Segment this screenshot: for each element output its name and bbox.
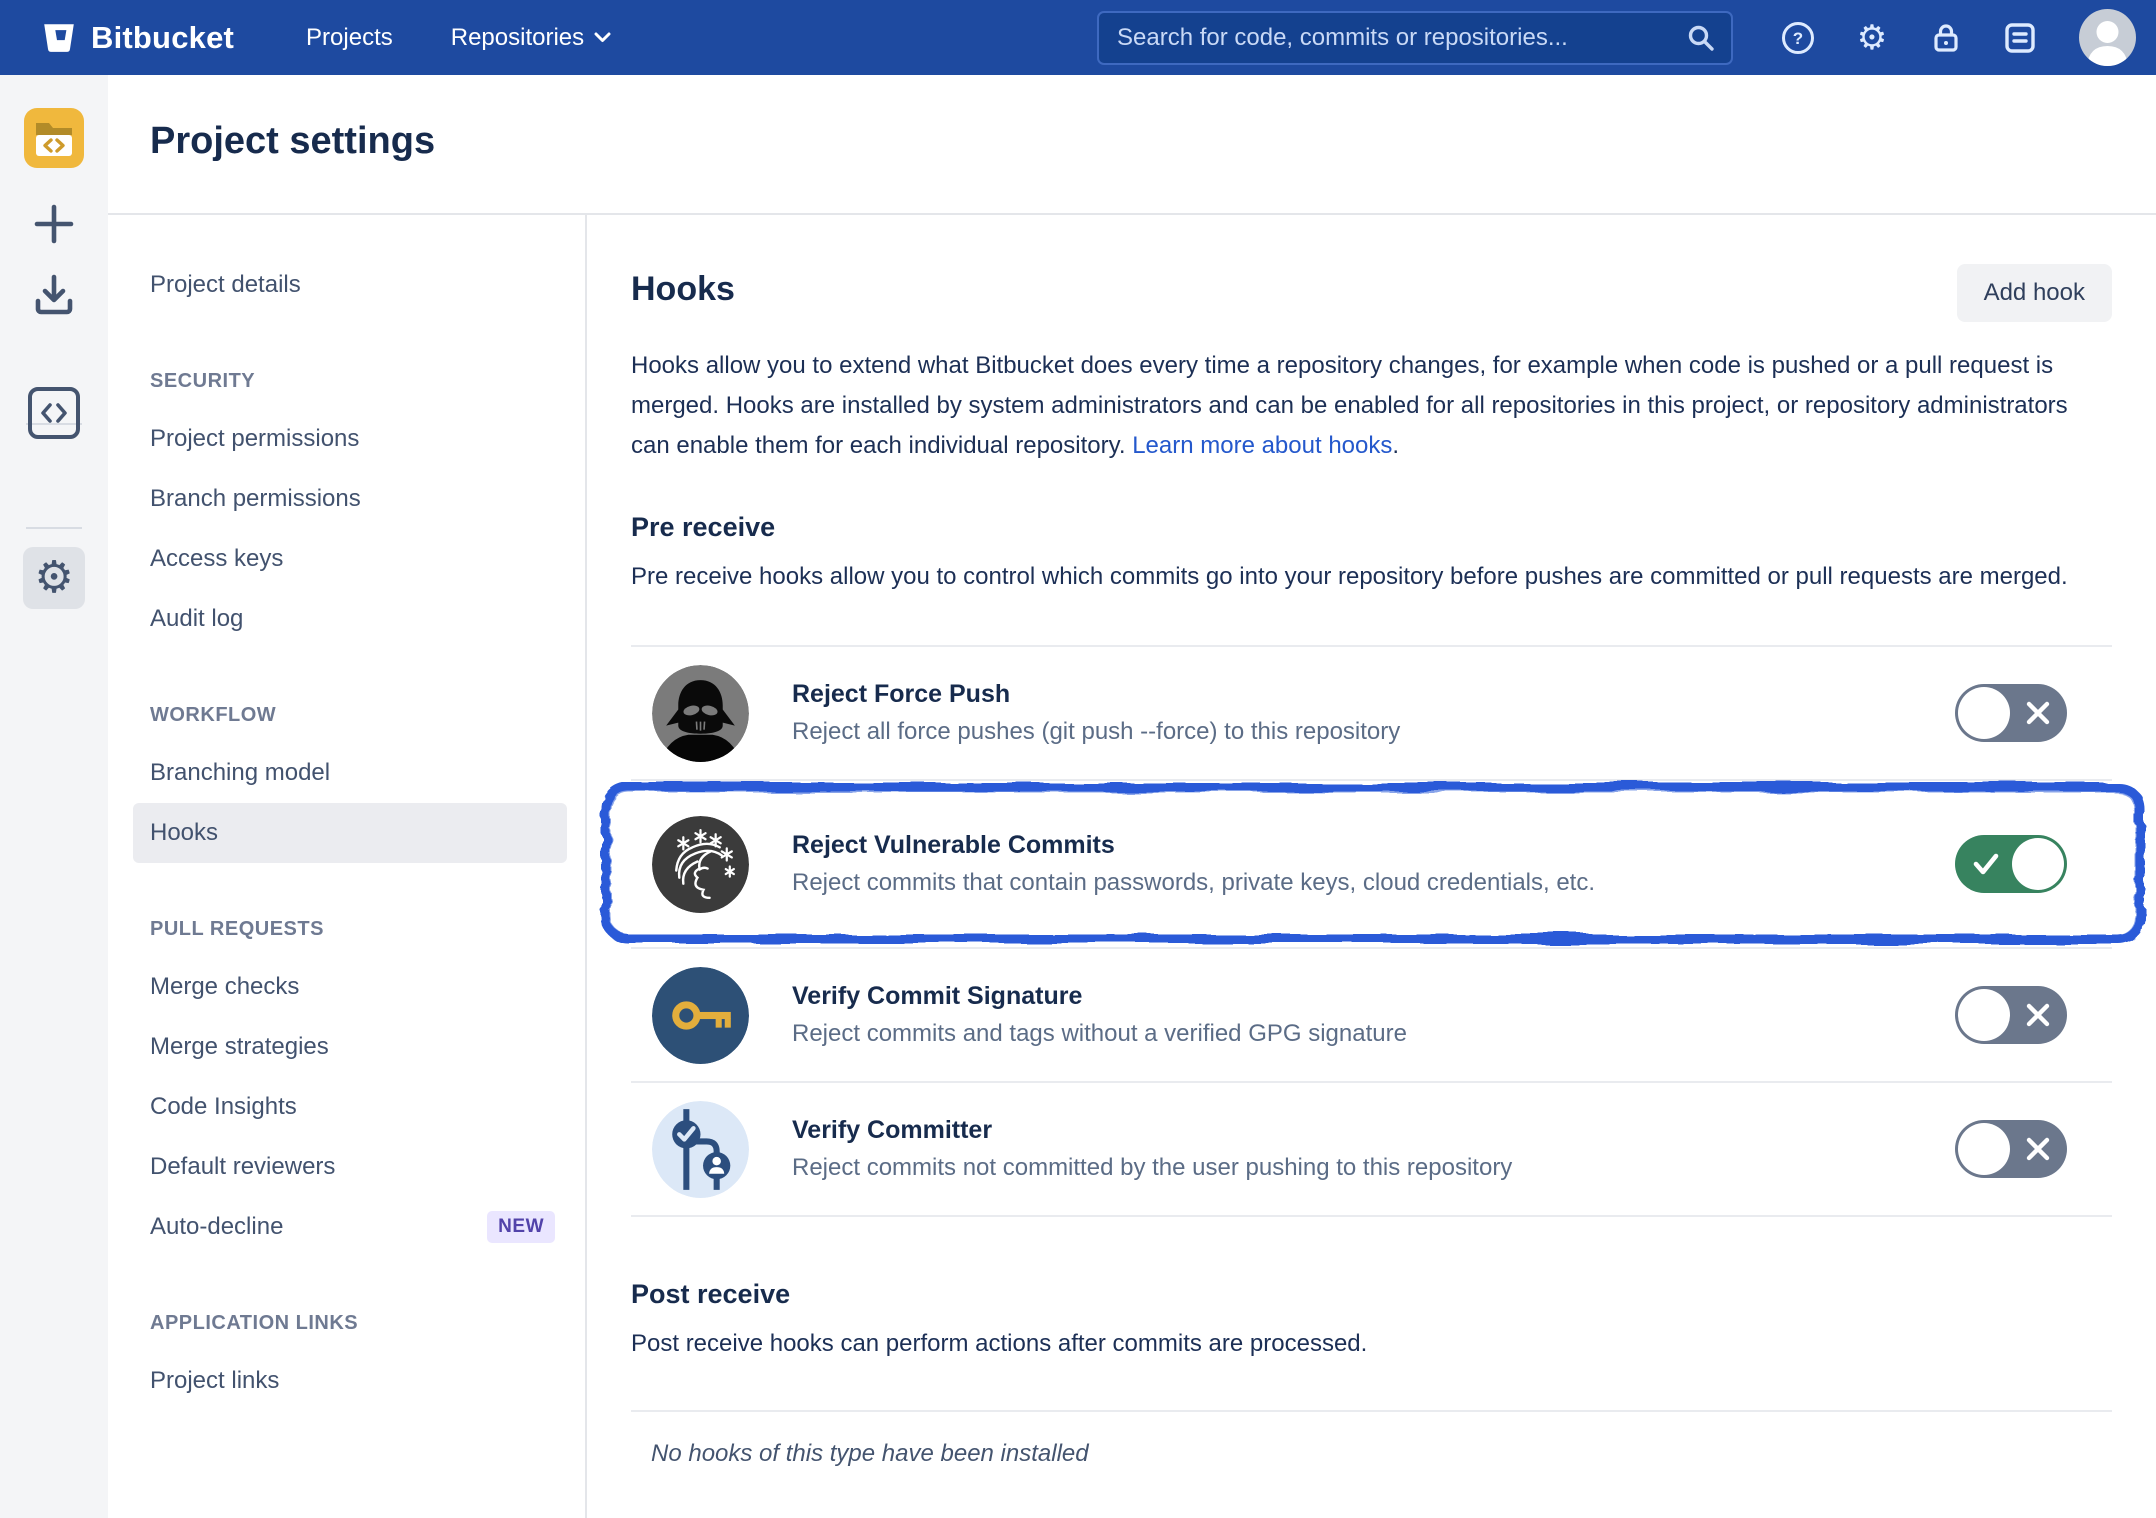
sidebar-item-code-insights[interactable]: Code Insights bbox=[108, 1077, 585, 1137]
toggle-thumb bbox=[1958, 989, 2010, 1041]
navbar-links: Projects Repositories bbox=[306, 24, 611, 52]
key-icon bbox=[652, 967, 749, 1064]
top-navbar: Bitbucket Projects Repositories ? ⚙ bbox=[0, 0, 2156, 75]
hook-toggle-off[interactable] bbox=[1955, 684, 2067, 742]
feedback-icon[interactable] bbox=[2003, 21, 2037, 55]
sidebar-item-project-permissions[interactable]: Project permissions bbox=[108, 409, 585, 469]
navbar-icons: ? ⚙ bbox=[1781, 21, 2037, 55]
nav-projects[interactable]: Projects bbox=[306, 24, 393, 52]
sidebar-header-pull-requests: PULL REQUESTS bbox=[108, 901, 585, 957]
sidebar-item-label: Auto-decline bbox=[150, 1213, 283, 1241]
help-icon[interactable]: ? bbox=[1781, 21, 1815, 55]
settings-rail-item[interactable]: ⚙ bbox=[0, 547, 108, 609]
gear-icon[interactable]: ⚙ bbox=[23, 547, 85, 609]
hook-title: Verify Commit Signature bbox=[792, 982, 1407, 1011]
toggle-thumb bbox=[2012, 838, 2064, 890]
sidebar-header-workflow: WORKFLOW bbox=[108, 687, 585, 743]
hook-row-reject-vulnerable-commits: Reject Vulnerable Commits Reject commits… bbox=[631, 781, 2112, 949]
sidebar-item-branch-permissions[interactable]: Branch permissions bbox=[108, 469, 585, 529]
learn-more-link[interactable]: Learn more about hooks bbox=[1132, 432, 1392, 459]
lock-icon[interactable] bbox=[1929, 21, 1963, 55]
brand-name: Bitbucket bbox=[91, 20, 234, 56]
sidebar-item-hooks[interactable]: Hooks bbox=[133, 803, 567, 863]
title-divider bbox=[108, 213, 2156, 215]
hook-title: Reject Force Push bbox=[792, 680, 1400, 709]
bitbucket-logo[interactable]: Bitbucket bbox=[40, 19, 234, 57]
hook-row-verify-committer: Verify Committer Reject commits not comm… bbox=[631, 1083, 2112, 1217]
darth-vader-icon bbox=[652, 665, 749, 762]
page-title: Project settings bbox=[150, 120, 435, 163]
x-icon bbox=[2025, 700, 2051, 726]
hook-text: Reject Vulnerable Commits Reject commits… bbox=[792, 831, 1595, 897]
plus-icon[interactable] bbox=[0, 203, 108, 245]
hook-description: Reject commits not committed by the user… bbox=[792, 1154, 1512, 1182]
sidebar-item-merge-strategies[interactable]: Merge strategies bbox=[108, 1017, 585, 1077]
hook-description: Reject commits that contain passwords, p… bbox=[792, 869, 1595, 897]
global-search bbox=[1097, 11, 1733, 65]
commit-graph-icon bbox=[652, 1101, 749, 1198]
sidebar-item-auto-decline[interactable]: Auto-decline NEW bbox=[108, 1197, 585, 1257]
hook-row-reject-force-push: Reject Force Push Reject all force pushe… bbox=[631, 647, 2112, 781]
hook-toggle-on[interactable] bbox=[1955, 835, 2067, 893]
post-receive-empty-message: No hooks of this type have been installe… bbox=[631, 1440, 2112, 1468]
sidebar-item-audit-log[interactable]: Audit log bbox=[108, 589, 585, 649]
hook-text: Reject Force Push Reject all force pushe… bbox=[792, 680, 1400, 746]
hook-row-verify-commit-signature: Verify Commit Signature Reject commits a… bbox=[631, 949, 2112, 1083]
sidebar-header-security: SECURITY bbox=[108, 353, 585, 409]
post-receive-description: Post receive hooks can perform actions a… bbox=[631, 1324, 2112, 1364]
bitbucket-bucket-icon bbox=[40, 19, 78, 57]
sidebar-item-branching-model[interactable]: Branching model bbox=[108, 743, 585, 803]
intro-period: . bbox=[1392, 432, 1399, 459]
toggle-thumb bbox=[1958, 1123, 2010, 1175]
x-icon bbox=[2025, 1002, 2051, 1028]
chevron-down-icon bbox=[594, 32, 611, 43]
download-icon[interactable] bbox=[0, 273, 108, 317]
project-avatar[interactable] bbox=[0, 108, 108, 168]
code-icon[interactable] bbox=[0, 387, 108, 439]
check-icon bbox=[1972, 851, 2000, 877]
medusa-icon bbox=[652, 816, 749, 913]
nav-repositories[interactable]: Repositories bbox=[451, 24, 611, 52]
user-avatar[interactable] bbox=[2079, 9, 2136, 66]
hook-description: Reject commits and tags without a verifi… bbox=[792, 1020, 1407, 1048]
gear-icon[interactable]: ⚙ bbox=[1855, 21, 1889, 55]
sidebar-item-default-reviewers[interactable]: Default reviewers bbox=[108, 1137, 585, 1197]
pre-receive-heading: Pre receive bbox=[631, 512, 2112, 543]
toggle-thumb bbox=[1958, 687, 2010, 739]
post-receive-divider bbox=[631, 1410, 2112, 1412]
hooks-heading: Hooks bbox=[631, 270, 2112, 309]
hooks-intro: Hooks allow you to extend what Bitbucket… bbox=[631, 346, 2112, 466]
hook-title: Reject Vulnerable Commits bbox=[792, 831, 1595, 860]
settings-sidenav: Project details SECURITY Project permiss… bbox=[108, 215, 587, 1518]
sidebar-item-merge-checks[interactable]: Merge checks bbox=[108, 957, 585, 1017]
search-input[interactable] bbox=[1115, 23, 1687, 53]
hook-text: Verify Commit Signature Reject commits a… bbox=[792, 982, 1407, 1048]
hook-description: Reject all force pushes (git push --forc… bbox=[792, 718, 1400, 746]
search-icon[interactable] bbox=[1687, 24, 1715, 52]
hook-toggle-off[interactable] bbox=[1955, 1120, 2067, 1178]
sidebar-item-access-keys[interactable]: Access keys bbox=[108, 529, 585, 589]
hook-toggle-off[interactable] bbox=[1955, 986, 2067, 1044]
pre-receive-hook-list: Reject Force Push Reject all force pushe… bbox=[631, 645, 2112, 1217]
sidebar-item-project-details[interactable]: Project details bbox=[108, 255, 585, 315]
app-sidebar-rail: ⚙ bbox=[0, 75, 108, 1518]
svg-text:?: ? bbox=[1793, 29, 1803, 48]
hooks-panel: Hooks Add hook Hooks allow you to extend… bbox=[631, 215, 2112, 1468]
sidebar-header-application-links: APPLICATION LINKS bbox=[108, 1295, 585, 1351]
new-badge: NEW bbox=[487, 1211, 555, 1243]
hook-title: Verify Committer bbox=[792, 1116, 1512, 1145]
hook-text: Verify Committer Reject commits not comm… bbox=[792, 1116, 1512, 1182]
post-receive-heading: Post receive bbox=[631, 1279, 2112, 1310]
rail-divider bbox=[0, 527, 108, 529]
sidebar-item-project-links[interactable]: Project links bbox=[108, 1351, 585, 1411]
pre-receive-description: Pre receive hooks allow you to control w… bbox=[631, 557, 2112, 597]
add-hook-button[interactable]: Add hook bbox=[1957, 264, 2112, 322]
x-icon bbox=[2025, 1136, 2051, 1162]
